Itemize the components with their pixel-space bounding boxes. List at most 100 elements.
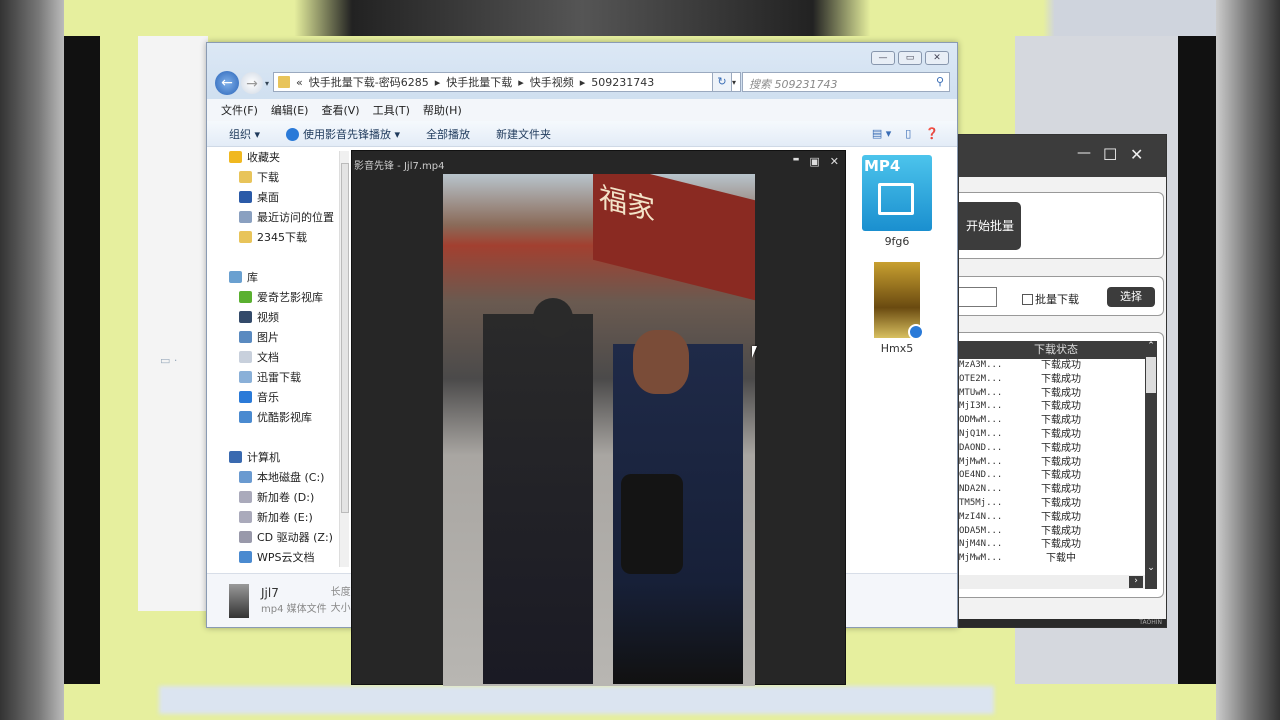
- breadcrumb-overflow[interactable]: «: [296, 76, 303, 89]
- breadcrumb-item[interactable]: 快手视频: [530, 74, 574, 90]
- batch-download-checkbox[interactable]: 批量下载: [1022, 291, 1079, 307]
- close-button[interactable]: ✕: [925, 51, 949, 65]
- sidebar-item[interactable]: 视频: [207, 307, 351, 327]
- table-row[interactable]: MjI3M... 下载成功: [959, 400, 1145, 414]
- menu-edit[interactable]: 编辑(E): [271, 102, 309, 118]
- sidebar-item[interactable]: 新加卷 (E:): [207, 507, 351, 527]
- download-status: 下载成功: [1041, 511, 1081, 523]
- table-row[interactable]: MzI4N... 下载成功: [959, 511, 1145, 525]
- sidebar-item[interactable]: 优酷影视库: [207, 407, 351, 427]
- play-badge-icon: [908, 324, 924, 340]
- detail-filename: Jjl7: [261, 586, 279, 600]
- scroll-right-icon[interactable]: ›: [1129, 576, 1143, 588]
- menu-view[interactable]: 查看(V): [321, 102, 359, 118]
- sidebar-item[interactable]: 新加卷 (D:): [207, 487, 351, 507]
- sidebar-item-label: WPS云文档: [257, 551, 315, 564]
- sidebar-item[interactable]: 桌面: [207, 187, 351, 207]
- play-all-button[interactable]: 全部播放: [426, 126, 470, 142]
- sidebar-item[interactable]: 下载: [207, 167, 351, 187]
- sidebar-item[interactable]: 库: [207, 267, 351, 287]
- minimize-button[interactable]: —: [1077, 145, 1091, 161]
- table-row[interactable]: MjMwM... 下载中: [959, 552, 1145, 566]
- sidebar-item[interactable]: CD 驱动器 (Z:): [207, 527, 351, 547]
- sidebar-item-label: 视频: [257, 311, 279, 324]
- sidebar-item[interactable]: 收藏夹: [207, 147, 351, 167]
- menu-help[interactable]: 帮助(H): [423, 102, 462, 118]
- file-item[interactable]: MP4 9fg6: [847, 155, 947, 248]
- sidebar-item[interactable]: 音乐: [207, 387, 351, 407]
- table-row[interactable]: ODA5M... 下载成功: [959, 525, 1145, 539]
- preview-pane-icon[interactable]: ▯: [905, 127, 911, 140]
- download-status: 下载成功: [1041, 470, 1081, 482]
- nav-scrollbar[interactable]: [339, 151, 349, 567]
- breadcrumb-item[interactable]: 快手批量下载: [446, 74, 512, 90]
- table-row[interactable]: NDA2N... 下载成功: [959, 483, 1145, 497]
- table-row[interactable]: OTE2M... 下载成功: [959, 373, 1145, 387]
- sidebar-item[interactable]: WPS云文档: [207, 547, 351, 567]
- help-icon[interactable]: ❓: [925, 127, 939, 140]
- table-row[interactable]: MzA3M... 下载成功: [959, 359, 1145, 373]
- sidebar-item[interactable]: 文档: [207, 347, 351, 367]
- sidebar-item[interactable]: 迅雷下载: [207, 367, 351, 387]
- table-row[interactable]: OE4ND... 下载成功: [959, 469, 1145, 483]
- forward-button[interactable]: →: [241, 72, 263, 94]
- vertical-scrollbar[interactable]: ⌃ ⌄: [1145, 341, 1157, 575]
- video-id: NjQ1M...: [959, 428, 1003, 439]
- download-status: 下载成功: [1041, 484, 1081, 496]
- sidebar-item-label: 桌面: [257, 191, 279, 204]
- horizontal-scrollbar[interactable]: ›: [959, 575, 1145, 589]
- search-input[interactable]: 搜索 509231743 ⚲: [742, 72, 950, 92]
- table-row[interactable]: MTUwM... 下载成功: [959, 387, 1145, 401]
- menu-file[interactable]: 文件(F): [221, 102, 258, 118]
- download-status: 下载中: [1046, 553, 1076, 565]
- table-row[interactable]: TM5Mj... 下载成功: [959, 497, 1145, 511]
- view-options-icon[interactable]: ▤ ▾: [872, 127, 891, 140]
- video-frame[interactable]: 福家: [443, 174, 755, 686]
- sidebar-item[interactable]: 2345下载: [207, 227, 351, 247]
- sidebar-item-label: 2345下载: [257, 231, 307, 244]
- breadcrumb-item[interactable]: 509231743: [591, 76, 654, 89]
- sidebar-item[interactable]: 最近访问的位置: [207, 207, 351, 227]
- sidebar-item-label: 新加卷 (D:): [257, 491, 315, 504]
- minimize-button[interactable]: ▬: [793, 155, 800, 168]
- maximize-button[interactable]: ▭: [898, 51, 922, 65]
- start-batch-button[interactable]: 开始批量: [959, 202, 1021, 250]
- table-row[interactable]: NjQ1M... 下载成功: [959, 428, 1145, 442]
- file-item[interactable]: Hmx5: [847, 262, 947, 355]
- search-placeholder: 搜索 509231743: [749, 78, 838, 91]
- detail-size-label: 大小: [330, 602, 351, 614]
- play-with-button[interactable]: 使用影音先锋播放 ▾: [286, 126, 400, 142]
- pictures-icon: [239, 331, 252, 343]
- menu-tools[interactable]: 工具(T): [373, 102, 410, 118]
- sidebar-item[interactable]: 爱奇艺影视库: [207, 287, 351, 307]
- url-input[interactable]: [959, 287, 997, 307]
- blurred-edge: [0, 0, 64, 720]
- select-button[interactable]: 选择: [1107, 287, 1155, 307]
- library-icon: [229, 271, 242, 283]
- refresh-button[interactable]: ↻: [712, 72, 732, 92]
- menu-bar: 文件(F) 编辑(E) 查看(V) 工具(T) 帮助(H): [207, 99, 957, 121]
- organize-button[interactable]: 组织 ▾: [229, 126, 260, 142]
- address-bar[interactable]: « 快手批量下载-密码6285 ▸ 快手批量下载 ▸ 快手视频 ▸ 509231743…: [273, 72, 741, 92]
- table-row[interactable]: ODMwM... 下载成功: [959, 414, 1145, 428]
- options-group: 批量下载 选择: [959, 276, 1164, 316]
- new-folder-button[interactable]: 新建文件夹: [496, 126, 551, 142]
- table-row[interactable]: MjMwM... 下载成功: [959, 456, 1145, 470]
- sidebar-item[interactable]: 计算机: [207, 447, 351, 467]
- maximize-button[interactable]: ▣: [809, 155, 819, 168]
- table-row[interactable]: NjM4N... 下载成功: [959, 538, 1145, 552]
- close-button[interactable]: ✕: [1130, 145, 1143, 164]
- sidebar-item[interactable]: 图片: [207, 327, 351, 347]
- video-player-window: 影音先锋 - Jjl7.mp4 ▬ ▣ ✕ 福家: [351, 150, 846, 686]
- history-dropdown-icon[interactable]: ▾: [265, 79, 269, 88]
- maximize-button[interactable]: ☐: [1103, 145, 1117, 164]
- sidebar-item-label: 迅雷下载: [257, 371, 301, 384]
- address-dropdown-icon[interactable]: ▾: [732, 78, 736, 87]
- breadcrumb-item[interactable]: 快手批量下载-密码6285: [309, 74, 429, 90]
- minimize-button[interactable]: —: [871, 51, 895, 65]
- sidebar-item[interactable]: 本地磁盘 (C:): [207, 467, 351, 487]
- close-button[interactable]: ✕: [830, 155, 839, 168]
- table-row[interactable]: DAOND... 下载成功: [959, 442, 1145, 456]
- letterbox-bar: [64, 36, 100, 684]
- back-button[interactable]: ←: [215, 71, 239, 95]
